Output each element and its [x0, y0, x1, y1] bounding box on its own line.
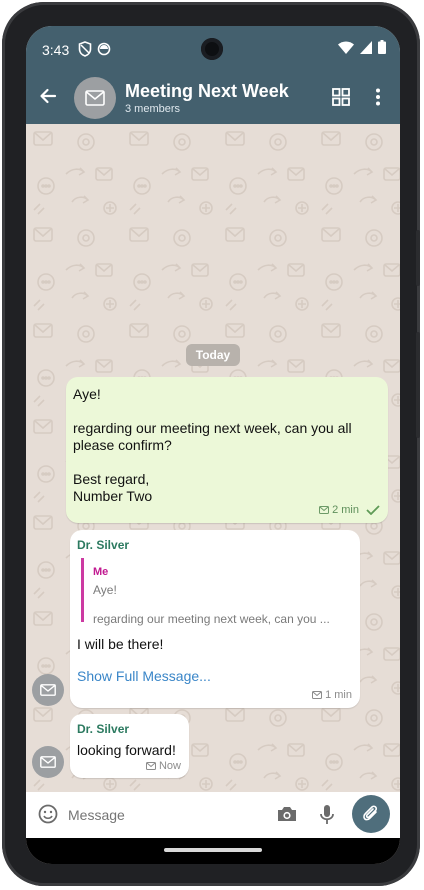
data-saver-icon	[97, 42, 111, 61]
envelope-icon	[145, 762, 156, 770]
more-options-icon[interactable]	[374, 87, 382, 112]
message-line: regarding our meeting next week, can you…	[73, 420, 352, 453]
wifi-icon	[338, 41, 354, 59]
phone-frame: 3:43 Meeting Next Week 3 members Today A…	[2, 2, 420, 886]
back-arrow-icon[interactable]	[38, 86, 58, 111]
home-gesture-handle[interactable]	[164, 848, 262, 852]
outgoing-message[interactable]: Aye! regarding our meeting next week, ca…	[66, 377, 388, 523]
power-button	[416, 332, 420, 438]
check-icon	[366, 505, 380, 515]
envelope-icon	[312, 691, 323, 699]
message-input[interactable]	[68, 807, 258, 823]
quoted-sender: Me	[93, 566, 109, 578]
envelope-icon	[319, 506, 330, 514]
volume-button	[416, 230, 420, 286]
message-text: Aye! regarding our meeting next week, ca…	[73, 386, 383, 505]
message-line: Number Two	[73, 488, 153, 504]
message-time: Now	[158, 760, 181, 772]
camera-icon[interactable]	[276, 804, 298, 829]
quoted-text: regarding our meeting next week, can you…	[93, 612, 330, 626]
message-line: Best regard,	[73, 471, 150, 487]
battery-icon	[378, 40, 386, 59]
envelope-icon	[85, 90, 105, 106]
show-full-message-link[interactable]: Show Full Message...	[77, 668, 211, 684]
chat-area[interactable]: Today Aye! regarding our meeting next we…	[26, 124, 400, 792]
chat-subtitle: 3 members	[125, 103, 181, 115]
incoming-message[interactable]: Dr. Silver Me Aye! regarding our meeting…	[70, 530, 360, 708]
app-bar: Meeting Next Week 3 members	[26, 72, 400, 124]
navigation-bar	[26, 838, 400, 864]
screen: 3:43 Meeting Next Week 3 members Today A…	[26, 26, 400, 864]
group-avatar[interactable]	[74, 77, 116, 119]
chat-title[interactable]: Meeting Next Week	[125, 81, 289, 102]
message-line	[73, 454, 383, 471]
reply-quote[interactable]: Me Aye! regarding our meeting next week,…	[81, 558, 348, 626]
sender-name[interactable]: Dr. Silver	[77, 722, 129, 736]
message-text: looking forward!	[77, 742, 176, 758]
message-time: 2 min	[332, 504, 359, 516]
message-line: Aye!	[73, 386, 101, 402]
sender-name[interactable]: Dr. Silver	[77, 538, 129, 552]
status-bar: 3:43	[26, 26, 400, 72]
message-composer	[26, 792, 400, 838]
message-meta: Now	[145, 760, 181, 772]
attach-button[interactable]	[352, 795, 390, 833]
grid-view-icon[interactable]	[331, 87, 351, 112]
signal-icon	[360, 40, 372, 59]
date-separator: Today	[186, 344, 240, 366]
envelope-icon	[40, 756, 56, 768]
sender-avatar[interactable]	[32, 746, 64, 778]
sender-avatar[interactable]	[32, 674, 64, 706]
message-text: I will be there!	[77, 636, 164, 652]
microphone-icon[interactable]	[318, 804, 336, 831]
message-line	[73, 403, 383, 420]
front-camera	[201, 38, 223, 60]
message-meta: 1 min	[312, 689, 352, 701]
message-meta: 2 min	[319, 504, 380, 516]
message-time: 1 min	[325, 689, 352, 701]
paperclip-icon	[363, 805, 378, 821]
envelope-icon	[40, 684, 56, 696]
status-time: 3:43	[42, 42, 70, 58]
quoted-text: Aye!	[93, 583, 117, 597]
incoming-message[interactable]: Dr. Silver looking forward! Now	[70, 714, 189, 778]
shield-icon	[78, 41, 92, 62]
emoji-icon[interactable]	[38, 804, 58, 829]
